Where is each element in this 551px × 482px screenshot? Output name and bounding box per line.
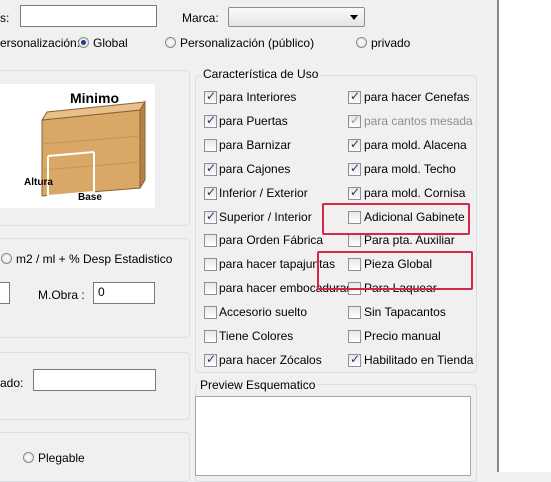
checkbox-label: para Cajones <box>219 161 291 176</box>
checkbox-label: Superior / Interior <box>219 209 312 224</box>
checkbox-label: Tiene Colores <box>219 329 294 343</box>
checkbox-label: para Orden Fábrica <box>219 233 324 248</box>
radio-global-label: Global <box>93 36 128 50</box>
checkbox[interactable] <box>204 209 217 224</box>
checkbox-label: Sin Tapacantos <box>364 305 446 320</box>
desktop-area <box>499 0 551 472</box>
preview-area <box>195 396 471 476</box>
checkbox-label: Para pta. Auxiliar <box>364 233 455 248</box>
checkbox[interactable] <box>348 89 361 104</box>
diagram-panel: Minimo Altura Base <box>0 84 155 208</box>
marca-dropdown[interactable] <box>228 7 365 27</box>
caracteristica-title: Característica de Uso <box>201 67 321 81</box>
checkbox[interactable] <box>204 161 217 176</box>
checkbox[interactable] <box>204 113 217 128</box>
mobra-input[interactable]: 0 <box>93 282 155 304</box>
checkbox[interactable] <box>204 234 217 248</box>
checkbox[interactable] <box>204 306 217 320</box>
checkbox[interactable] <box>348 161 361 176</box>
lower-field-label: ado: <box>0 376 24 390</box>
lower-field-input[interactable] <box>33 369 156 391</box>
checkbox-label: Accesorio suelto <box>219 305 308 320</box>
checkbox-label: para mold. Alacena <box>364 137 467 152</box>
checkbox-label: para hacer Zócalos <box>219 352 322 367</box>
radio-publico-label: Personalización (público) <box>180 36 315 50</box>
radio-m2-desp[interactable] <box>1 253 12 264</box>
checkbox[interactable] <box>204 138 217 152</box>
field-label-partial: s: <box>0 11 10 25</box>
altura-label: Altura <box>24 177 53 188</box>
radio-plegable[interactable] <box>23 452 34 463</box>
checkbox[interactable] <box>204 89 217 104</box>
base-label: Base <box>78 192 102 203</box>
checkbox[interactable] <box>348 330 361 343</box>
checkbox-label: Inferior / Exterior <box>219 185 308 200</box>
checkbox-label: para Barnizar <box>219 137 292 152</box>
mobra-label: M.Obra : <box>38 288 85 302</box>
radio-global[interactable] <box>78 37 89 48</box>
checkbox[interactable] <box>348 137 361 152</box>
text-input-top[interactable] <box>20 5 157 27</box>
checkbox-label: para hacer Cenefas <box>364 90 470 104</box>
checkbox[interactable] <box>204 352 217 367</box>
checkbox[interactable] <box>348 113 361 128</box>
checkbox[interactable] <box>204 185 217 200</box>
highlight-pieza-global <box>317 251 473 290</box>
checkbox-label: para Interiores <box>219 90 297 104</box>
panel-diagram-image <box>41 100 146 198</box>
radio-publico[interactable] <box>165 37 176 48</box>
preview-title: Preview Esquematico <box>198 378 318 392</box>
checkbox[interactable] <box>204 282 217 296</box>
partial-input[interactable] <box>0 282 10 304</box>
checkbox-label: Habilitado en Tienda <box>364 352 474 367</box>
chevron-down-icon <box>350 15 358 20</box>
radio-plegable-label: Plegable <box>38 451 85 465</box>
checkbox[interactable] <box>348 352 361 367</box>
radio-m2-desp-label: m2 / ml + % Desp Estadistico <box>16 252 173 266</box>
marca-label: Marca: <box>182 11 219 25</box>
checkbox[interactable] <box>348 185 361 200</box>
checkbox-label: para Puertas <box>219 113 288 128</box>
checkbox[interactable] <box>204 258 217 272</box>
checkbox-label: Precio manual <box>364 329 441 343</box>
radio-privado[interactable] <box>356 37 367 48</box>
checkbox-label: para cantos mesada <box>364 113 473 128</box>
checkbox-label: para mold. Cornisa <box>364 185 466 200</box>
highlight-adicional-gabinete <box>322 203 470 235</box>
radio-privado-label: privado <box>371 36 411 50</box>
checkbox-label: para mold. Techo <box>364 161 456 176</box>
checkbox[interactable] <box>204 330 217 343</box>
checkbox[interactable] <box>348 306 361 320</box>
checkbox[interactable] <box>348 234 361 248</box>
personalizacion-label: ersonalización: <box>0 36 81 50</box>
